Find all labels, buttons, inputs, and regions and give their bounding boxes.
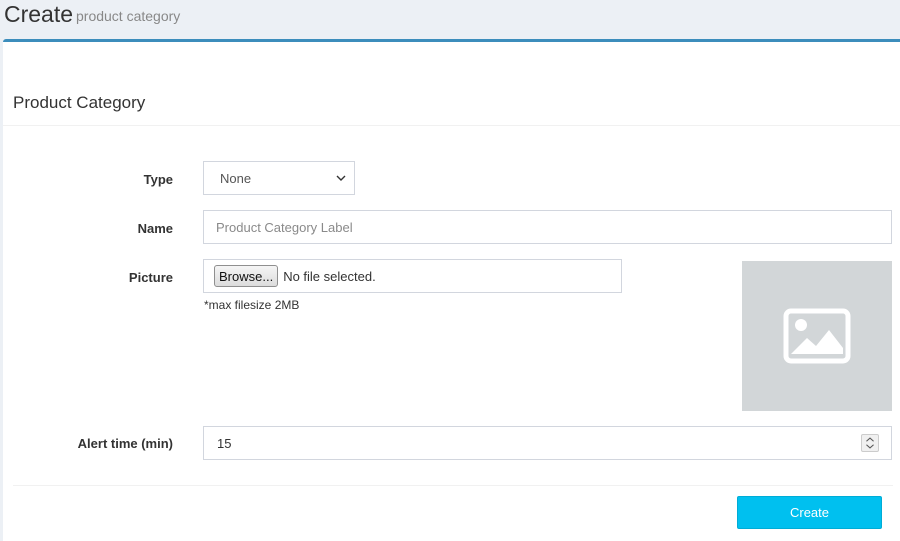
type-label: Type	[143, 172, 173, 187]
box-title: Product Category	[13, 93, 146, 112]
picture-file-input[interactable]: Browse... No file selected.	[203, 259, 622, 293]
alert-time-input[interactable]: 15	[203, 426, 892, 460]
filesize-hint: *max filesize 2MB	[204, 298, 300, 312]
picture-label: Picture	[128, 270, 173, 285]
alert-time-label: Alert time (min)	[77, 436, 173, 451]
alert-time-value: 15	[217, 435, 232, 451]
name-label: Name	[137, 221, 173, 236]
type-select[interactable]: None	[203, 161, 355, 195]
browse-button[interactable]: Browse...	[214, 265, 279, 287]
page-subtitle: product category	[76, 8, 181, 24]
name-input[interactable]: Product Category Label	[203, 210, 892, 244]
chevron-down-icon	[336, 175, 346, 181]
create-button[interactable]: Create	[737, 496, 882, 529]
footer-divider	[13, 485, 893, 486]
box-header-divider	[3, 125, 900, 126]
image-icon	[783, 308, 851, 364]
page-header: Create product category	[0, 0, 900, 40]
number-spinner-icon[interactable]	[861, 434, 879, 452]
type-select-value: None	[220, 170, 252, 186]
name-input-placeholder: Product Category Label	[216, 219, 353, 235]
file-status: No file selected.	[283, 268, 376, 284]
picture-preview	[742, 261, 892, 411]
form-box: Product Category Type None Name Product …	[3, 39, 900, 541]
page-title: Create	[4, 1, 74, 27]
